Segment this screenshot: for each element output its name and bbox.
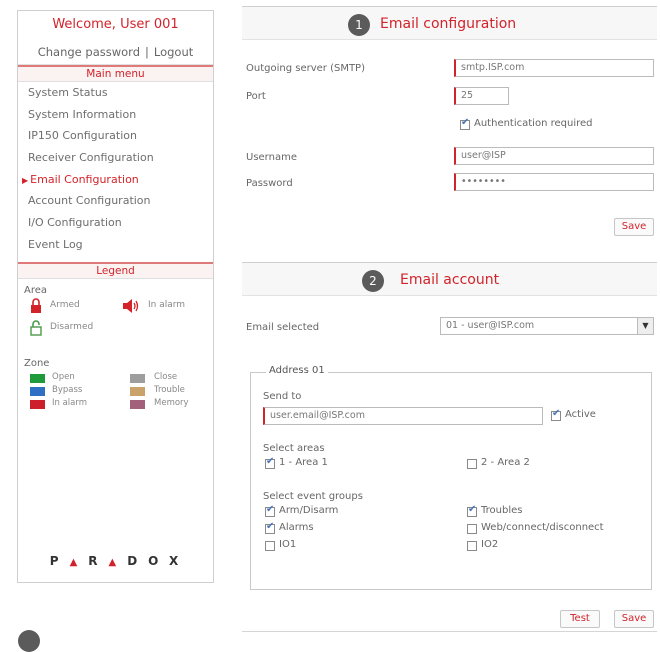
zone-bypass-swatch: [30, 386, 45, 396]
area-2-checkbox[interactable]: [467, 459, 477, 469]
send-to-input[interactable]: user.email@ISP.com: [263, 407, 543, 425]
zone-open-label: Open: [52, 371, 75, 382]
event-arm-disarm-label: Arm/Disarm: [279, 505, 339, 516]
zone-bypass-label: Bypass: [52, 384, 83, 395]
address-fieldset: Address 01 Send to user.email@ISP.com Ac…: [250, 365, 652, 590]
area-legend-label: Area: [24, 284, 48, 296]
password-input[interactable]: ••••••••: [454, 173, 654, 191]
sidebar: Welcome, User 001 Change password | Logout…: [17, 10, 214, 583]
event-io1-label: IO1: [279, 539, 297, 550]
password-label: Password: [246, 178, 293, 189]
event-troubles-checkbox[interactable]: [467, 504, 477, 517]
event-io2-checkbox[interactable]: [467, 541, 477, 551]
send-to-label: Send to: [263, 391, 302, 402]
menu-item-label: Email Configuration: [30, 172, 139, 186]
panel-header: 1 Email configuration: [242, 6, 657, 40]
area-legend-disarmed: Disarmed: [50, 321, 94, 332]
zone-close-label: Close: [154, 371, 178, 382]
zone-legend-label: Zone: [24, 357, 50, 369]
area-legend-row-2: Disarmed: [18, 318, 213, 340]
address-legend: Address 01: [266, 365, 328, 376]
link-separator: |: [145, 45, 149, 59]
paradox-logo: P▲R▲DOX: [49, 554, 190, 568]
zone-in-alarm-label: In alarm: [52, 397, 88, 408]
menu-item-io-configuration[interactable]: I/O Configuration: [18, 212, 213, 234]
test-button[interactable]: Test: [560, 610, 600, 628]
email-selected-label: Email selected: [246, 322, 320, 333]
email-selected-dropdown[interactable]: 01 - user@ISP.com ▼: [440, 317, 654, 335]
active-checkbox[interactable]: [551, 408, 561, 421]
auth-required-checkbox[interactable]: [460, 117, 470, 130]
zone-legend-row: In alarm Memory: [18, 397, 213, 411]
email-account-panel: 2 Email account Email selected 01 - user…: [242, 262, 657, 632]
event-web-connect-checkbox[interactable]: [467, 524, 477, 534]
area-legend-row: Armed In alarm: [18, 296, 213, 318]
username-label: Username: [246, 152, 297, 163]
menu-item-event-log[interactable]: Event Log: [18, 234, 213, 256]
zone-in-alarm-swatch: [30, 399, 45, 409]
menu-item-email-configuration[interactable]: ▶ Email Configuration: [18, 169, 213, 191]
save-button[interactable]: Save: [614, 610, 654, 628]
armed-lock-icon: [31, 297, 41, 313]
event-io1-checkbox[interactable]: [265, 541, 275, 551]
main-menu-header: Main menu: [18, 65, 213, 82]
menu-item-system-information[interactable]: System Information: [18, 104, 213, 126]
email-configuration-panel: 1 Email configuration Outgoing server (S…: [242, 6, 657, 246]
change-password-link[interactable]: Change password: [38, 45, 140, 59]
zone-legend-row: Open Close: [18, 371, 213, 385]
logout-link[interactable]: Logout: [154, 45, 193, 59]
zone-trouble-label: Trouble: [154, 384, 185, 395]
auth-required-label: Authentication required: [474, 118, 593, 129]
step-number-badge: 2: [362, 270, 384, 292]
select-areas-label: Select areas: [263, 443, 325, 454]
dropdown-arrow-icon: ▼: [637, 318, 653, 334]
menu-item-account-configuration[interactable]: Account Configuration: [18, 190, 213, 212]
event-arm-disarm-checkbox[interactable]: [265, 504, 275, 517]
event-troubles-label: Troubles: [481, 505, 523, 516]
active-label: Active: [565, 409, 596, 420]
menu-item-ip150-configuration[interactable]: IP150 Configuration: [18, 125, 213, 147]
zone-close-swatch: [130, 373, 145, 383]
area-1-checkbox[interactable]: [265, 456, 275, 469]
main-menu: System Status System Information IP150 C…: [18, 82, 213, 256]
area-legend-in-alarm: In alarm: [148, 299, 186, 310]
username-input[interactable]: user@ISP: [454, 147, 654, 165]
menu-item-system-status[interactable]: System Status: [18, 82, 213, 104]
account-links: Change password | Logout: [18, 39, 213, 65]
panel-title: Email account: [400, 272, 500, 288]
select-events-label: Select event groups: [263, 491, 363, 502]
panel-title: Email configuration: [380, 16, 517, 32]
active-arrow-icon: ▶: [22, 175, 29, 185]
event-web-connect-label: Web/connect/disconnect: [481, 522, 604, 533]
email-selected-value: 01 - user@ISP.com: [446, 320, 535, 331]
area-legend-armed: Armed: [50, 299, 80, 310]
step-number-badge: 1: [348, 14, 370, 36]
panel-header: 2 Email account: [242, 262, 657, 296]
event-io2-label: IO2: [481, 539, 499, 550]
port-label: Port: [246, 91, 266, 102]
disarmed-lock-icon: [30, 319, 42, 336]
alarm-speaker-icon: [123, 298, 139, 313]
event-alarms-label: Alarms: [279, 522, 314, 533]
event-alarms-checkbox[interactable]: [265, 521, 275, 534]
step-badge-partial: [18, 630, 40, 652]
zone-open-swatch: [30, 373, 45, 383]
area-1-label: 1 - Area 1: [279, 457, 328, 468]
smtp-label: Outgoing server (SMTP): [246, 63, 365, 74]
zone-memory-swatch: [130, 399, 145, 409]
save-button[interactable]: Save: [614, 218, 654, 236]
smtp-server-input[interactable]: smtp.ISP.com: [454, 59, 654, 77]
zone-trouble-swatch: [130, 386, 145, 396]
legend-header: Legend: [18, 261, 213, 279]
area-2-label: 2 - Area 2: [481, 457, 530, 468]
port-input[interactable]: 25: [454, 87, 509, 105]
menu-item-receiver-configuration[interactable]: Receiver Configuration: [18, 147, 213, 169]
zone-memory-label: Memory: [154, 397, 189, 408]
zone-legend-row: Bypass Trouble: [18, 384, 213, 398]
welcome-text: Welcome, User 001: [52, 17, 179, 32]
